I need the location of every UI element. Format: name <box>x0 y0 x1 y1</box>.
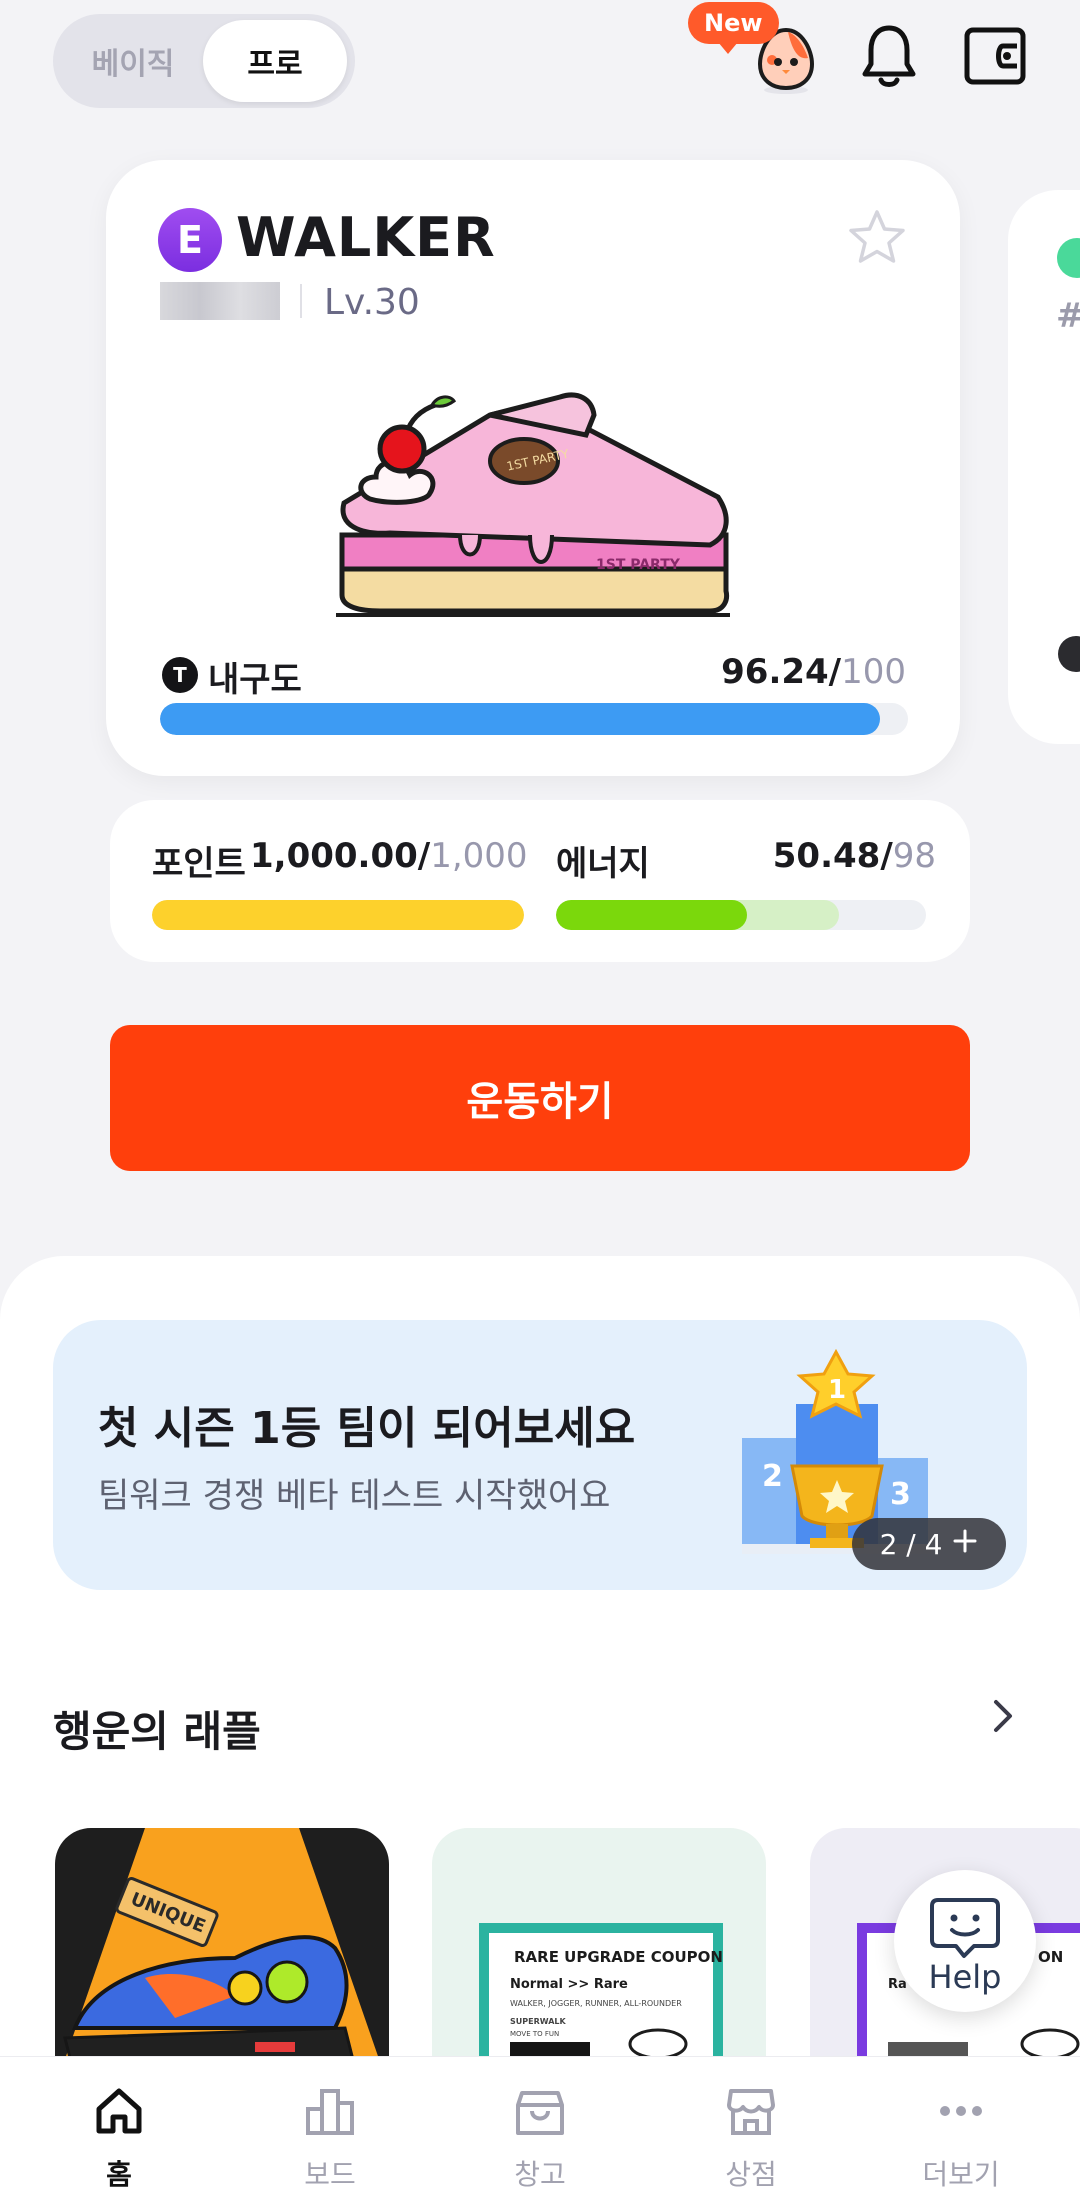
mode-toggle[interactable]: 베이직 프로 <box>53 14 355 108</box>
pager-text: 2 / 4 <box>879 1527 943 1561</box>
durability-current: 96.24 <box>721 652 829 692</box>
energy-bar <box>556 900 926 930</box>
home-icon <box>96 2088 142 2134</box>
energy-bar-fill <box>556 900 747 930</box>
more-icon <box>940 2106 982 2116</box>
energy-max: 98 <box>892 836 936 876</box>
coupon-title: RARE UPGRADE COUPON <box>514 1948 723 1966</box>
mode-basic-option[interactable]: 베이직 <box>61 20 205 102</box>
coupon-slogan: MOVE TO FUN <box>510 2030 559 2038</box>
coupon-brand: SUPERWALK <box>510 2017 567 2026</box>
divider <box>300 284 302 318</box>
chart-icon <box>306 2089 354 2135</box>
nav-board-label: 보드 <box>304 2158 356 2191</box>
nav-more[interactable]: 더보기 <box>853 2057 1069 2202</box>
podium-second: 2 <box>762 1459 783 1494</box>
mode-pro-option[interactable]: 프로 <box>203 20 347 102</box>
cake-nft-image: 1ST PARTY 1ST PARTY <box>330 385 740 625</box>
points-bar <box>152 900 524 930</box>
store-icon <box>727 2089 775 2135</box>
plus-icon <box>952 1528 978 1561</box>
points-value: 1,000.00/1,000 <box>250 836 528 876</box>
nav-store-label: 상점 <box>725 2158 777 2191</box>
help-button[interactable]: Help <box>894 1870 1036 2012</box>
wallet-icon[interactable] <box>957 18 1033 94</box>
nav-more-label: 더보기 <box>922 2158 1000 2191</box>
durability-value: 96.24/100 <box>721 652 906 692</box>
level-label: Lv.30 <box>324 282 420 323</box>
points-max: 1,000 <box>430 836 528 876</box>
start-exercise-button[interactable]: 운동하기 <box>110 1025 970 1171</box>
energy-value: 50.48/98 <box>772 836 936 876</box>
chevron-right-icon[interactable] <box>982 1696 1022 1736</box>
raffle-section-title: 행운의 래플 <box>53 1707 261 1756</box>
durability-bar <box>160 703 908 735</box>
box-icon <box>516 2091 564 2135</box>
svg-text:1ST PARTY: 1ST PARTY <box>596 557 681 573</box>
new-badge: New <box>688 2 779 54</box>
class-badge: E <box>158 208 222 272</box>
coupon-line: Normal >> Rare <box>510 1977 628 1992</box>
favorite-star-icon[interactable] <box>845 206 909 270</box>
banner-pager[interactable]: 2 / 4 <box>852 1518 1006 1570</box>
coupon-desc: WALKER, JOGGER, RUNNER, ALL-ROUNDER <box>510 1999 682 2008</box>
energy-label: 에너지 <box>556 844 650 884</box>
points-label: 포인트 <box>152 844 246 884</box>
nav-storage[interactable]: 창고 <box>432 2057 648 2202</box>
durability-bar-fill <box>160 703 880 735</box>
nav-home[interactable]: 홈 <box>11 2057 227 2202</box>
bell-icon[interactable] <box>851 18 927 94</box>
next-card-hash: # <box>1056 296 1080 336</box>
nav-board[interactable]: 보드 <box>222 2057 438 2202</box>
banner-subtitle: 팀워크 경쟁 베타 테스트 시작했어요 <box>98 1476 611 1516</box>
home-screen: 베이직 프로 New # E WALKER <box>0 0 1080 2202</box>
durability-max: 100 <box>841 652 906 692</box>
nav-store[interactable]: 상점 <box>643 2057 859 2202</box>
durability-label: 내구도 <box>208 660 302 700</box>
class-name: WALKER <box>236 206 496 269</box>
banner-title: 첫 시즌 1등 팀이 되어보세요 <box>98 1403 636 1454</box>
energy-current: 50.48 <box>772 836 881 876</box>
podium-first: 1 <box>828 1375 846 1405</box>
durability-icon: T <box>162 657 198 693</box>
help-label: Help <box>928 1958 1002 1996</box>
podium-third: 3 <box>890 1477 911 1512</box>
blurred-user-name <box>160 282 280 320</box>
points-current: 1,000.00 <box>250 836 418 876</box>
nav-storage-label: 창고 <box>514 2158 566 2191</box>
nav-home-label: 홈 <box>106 2158 132 2191</box>
points-bar-fill <box>152 900 524 930</box>
coupon-title: ON <box>1038 1948 1063 1966</box>
bottom-nav: 홈 보드 창고 상점 더보기 <box>0 2056 1080 2202</box>
